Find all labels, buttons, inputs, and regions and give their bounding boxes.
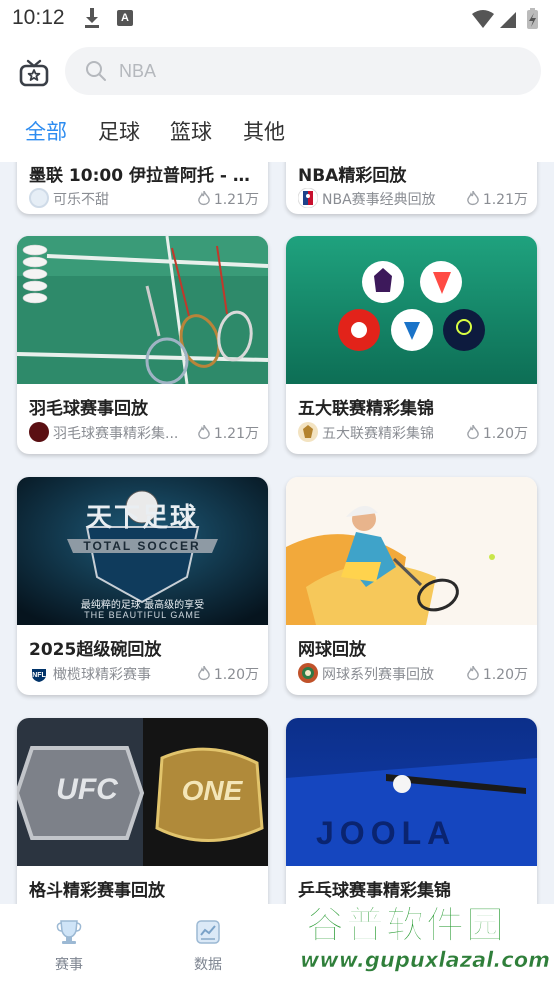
header: NBA 全部 足球 篮球 其他 — [0, 38, 554, 162]
nav-item-data[interactable]: 数据 — [168, 918, 248, 974]
video-card[interactable]: NBA精彩回放 NBA赛事经典回放 1.21万 — [286, 162, 537, 214]
nav-label: 赛事 — [55, 957, 83, 973]
tennis-logo-icon — [298, 663, 318, 683]
app-screen: 10:12 A NBA 全部 足球 篮球 其他 墨联 10:00 伊拉普阿托 -… — [0, 0, 554, 984]
video-card[interactable]: 墨联 10:00 伊拉普阿托 - 阿... 可乐不甜 1.21万 — [17, 162, 268, 214]
card-title: 五大联赛精彩集锦 — [298, 399, 434, 419]
nav-item-events[interactable]: 赛事 — [29, 918, 109, 974]
soccer-title-text: 天下足球 — [85, 503, 198, 533]
search-input[interactable]: NBA — [119, 61, 156, 82]
league-logo-icon — [298, 422, 318, 442]
ufc-text: UFC — [56, 773, 118, 806]
video-card[interactable]: 五大联赛精彩集锦 五大联赛精彩集锦 1.20万 — [286, 236, 537, 454]
soccer-line1-text: 最纯粹的足球 最高级的享受 — [80, 600, 205, 611]
nav-label: 数据 — [194, 957, 222, 973]
card-title: 羽毛球赛事回放 — [29, 399, 148, 419]
tab-all[interactable]: 全部 — [25, 116, 67, 146]
category-tabs: 全部 足球 篮球 其他 — [0, 110, 554, 152]
card-meta: 可乐不甜 1.21万 — [29, 188, 259, 208]
card-meta: 羽毛球赛事精彩集... 1.21万 — [29, 422, 259, 442]
card-author: 可乐不甜 — [53, 192, 109, 208]
status-time: 10:12 — [12, 6, 65, 29]
tv-icon[interactable] — [18, 57, 50, 89]
card-meta: 网球系列赛事回放 1.20万 — [298, 663, 528, 683]
watermark: 谷普软件园 www.gupuxlazal.com — [300, 894, 554, 984]
card-views: 1.21万 — [197, 423, 259, 444]
search-bar[interactable]: NBA — [65, 47, 541, 95]
card-author: 羽毛球赛事精彩集... — [53, 426, 179, 442]
tab-basketball[interactable]: 篮球 — [170, 116, 212, 146]
video-card[interactable]: 网球回放 网球系列赛事回放 1.20万 — [286, 477, 537, 695]
badminton-thumbnail — [17, 236, 268, 384]
card-meta: NBA赛事经典回放 1.21万 — [297, 187, 528, 210]
nba-logo-icon — [297, 187, 319, 209]
video-card[interactable]: 天下足球 TOTAL SOCCER 最纯粹的足球 最高级的享受 THE BEAU… — [17, 477, 268, 695]
card-title: NBA精彩回放 — [298, 166, 407, 186]
card-title: 网球回放 — [298, 640, 366, 660]
avatar — [29, 188, 49, 208]
card-title: 2025超级碗回放 — [29, 640, 162, 660]
signal-wifi-battery-icon — [472, 8, 542, 34]
card-views: 1.20万 — [466, 423, 528, 444]
watermark-url: www.gupuxlazal.com — [300, 948, 551, 973]
status-bar: 10:12 A — [0, 0, 554, 38]
card-views: 1.20万 — [197, 664, 259, 685]
fire-icon — [197, 665, 210, 685]
avatar — [29, 422, 49, 442]
one-text: ONE — [181, 775, 243, 806]
watermark-title: 谷普软件园 — [305, 903, 507, 948]
video-card[interactable]: 羽毛球赛事回放 羽毛球赛事精彩集... 1.21万 — [17, 236, 268, 454]
tab-other[interactable]: 其他 — [243, 116, 285, 146]
video-card[interactable]: JOOLA 乒乓球赛事精彩集锦 — [286, 718, 537, 904]
video-card[interactable]: UFC ONE 格斗精彩赛事回放 — [17, 718, 268, 904]
video-feed: 墨联 10:00 伊拉普阿托 - 阿... 可乐不甜 1.21万 NBA精彩回放… — [0, 162, 554, 904]
data-icon — [168, 918, 248, 950]
card-views: 1.21万 — [466, 189, 528, 210]
card-views: 1.21万 — [197, 189, 259, 210]
joola-text: JOOLA — [316, 815, 457, 851]
card-author: NBA赛事经典回放 — [322, 192, 436, 208]
trophy-icon — [29, 918, 109, 950]
fire-icon — [197, 424, 210, 444]
card-meta: 五大联赛精彩集锦 1.20万 — [298, 422, 528, 442]
card-views: 1.20万 — [466, 664, 528, 685]
card-author: 橄榄球精彩赛事 — [53, 667, 151, 683]
soccer-sub-text: TOTAL SOCCER — [83, 539, 201, 553]
card-author: 网球系列赛事回放 — [322, 667, 434, 683]
tennis-thumbnail — [286, 477, 537, 625]
nfl-logo-icon: NFL — [29, 663, 49, 683]
five-leagues-thumbnail — [286, 236, 537, 384]
card-author: 五大联赛精彩集锦 — [322, 426, 434, 442]
a-notification-icon: A — [117, 10, 133, 26]
fire-icon — [466, 190, 479, 210]
tab-football[interactable]: 足球 — [98, 116, 140, 146]
card-title: 墨联 10:00 伊拉普阿托 - 阿... — [29, 166, 259, 186]
search-icon — [85, 60, 107, 86]
soccer-line2-text: THE BEAUTIFUL GAME — [84, 610, 201, 620]
download-icon — [84, 8, 100, 32]
card-title: 格斗精彩赛事回放 — [29, 881, 165, 901]
fire-icon — [466, 424, 479, 444]
card-meta: NFL 橄榄球精彩赛事 1.20万 — [29, 663, 259, 683]
svg-text:NFL: NFL — [32, 672, 46, 679]
fire-icon — [197, 190, 210, 210]
fire-icon — [466, 665, 479, 685]
